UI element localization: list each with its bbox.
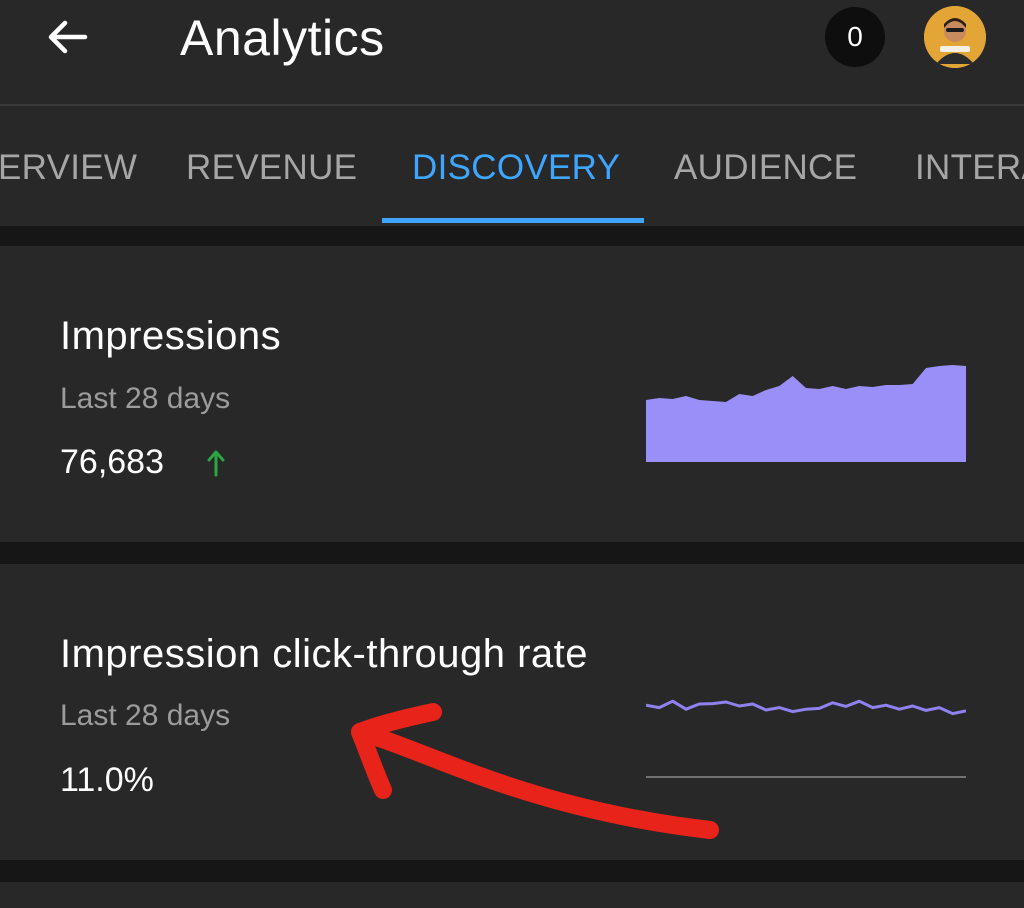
app-bar: Analytics 0 [0,0,1024,104]
page-title: Analytics [180,10,385,66]
tab-bar: ERVIEW REVENUE DISCOVERY AUDIENCE INTERA [0,106,1024,226]
next-card-edge [0,882,1024,908]
card-separator [0,542,1024,564]
tab-revenue[interactable]: REVENUE [186,146,357,190]
arrow-left-icon [48,20,88,54]
impressions-value: 76,683 [60,443,164,481]
active-tab-indicator [382,218,644,223]
notification-badge[interactable]: 0 [825,7,885,67]
tabs-shadow [0,226,1024,246]
tab-audience[interactable]: AUDIENCE [674,146,857,190]
ctr-value: 11.0% [60,761,154,799]
ctr-title: Impression click-through rate [60,632,589,676]
impressions-period: Last 28 days [60,382,231,415]
user-avatar[interactable] [924,6,986,68]
trend-up-icon [207,450,225,477]
impressions-area [646,365,966,462]
tab-overview[interactable]: ERVIEW [0,146,137,190]
avatar-image [924,6,986,68]
tab-discovery[interactable]: DISCOVERY [412,146,620,190]
card-separator-bottom [0,860,1024,882]
impressions-sparkline [646,365,966,462]
ctr-period: Last 28 days [60,699,231,732]
impressions-title: Impressions [60,314,282,358]
back-button[interactable] [42,14,92,60]
ctr-card[interactable]: Impression click-through rate Last 28 da… [0,564,1024,860]
ctr-line [646,699,966,716]
tab-interaction[interactable]: INTERA [915,146,1024,190]
impressions-card[interactable]: Impressions Last 28 days 76,683 [0,246,1024,542]
ctr-sparkline [646,699,966,778]
